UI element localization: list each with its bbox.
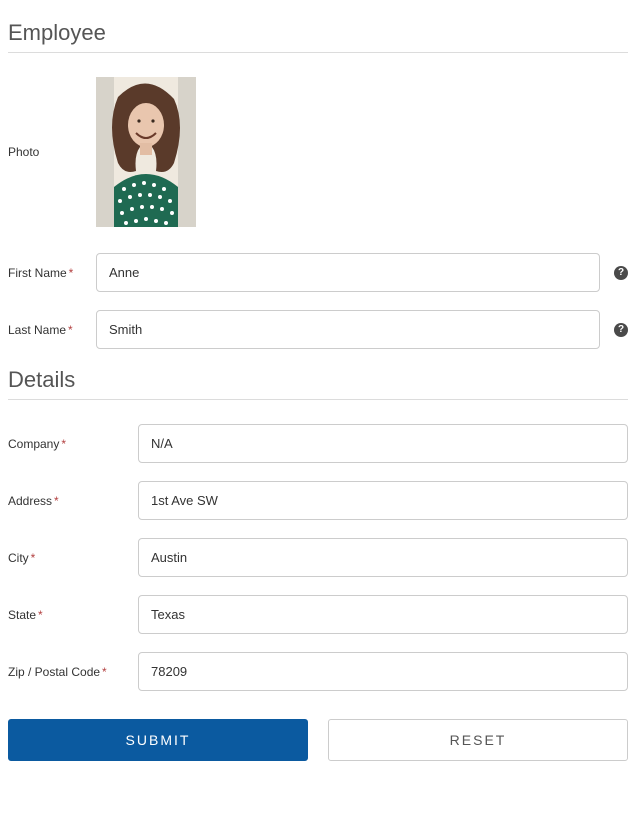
first-name-field[interactable] — [96, 253, 600, 292]
divider — [8, 399, 628, 400]
label-first-name: First Name* — [8, 266, 96, 280]
label-zip: Zip / Postal Code* — [8, 665, 138, 679]
last-name-field[interactable] — [96, 310, 600, 349]
divider — [8, 52, 628, 53]
company-field[interactable] — [138, 424, 628, 463]
state-field[interactable] — [138, 595, 628, 634]
label-last-name: Last Name* — [8, 323, 96, 337]
zip-field[interactable] — [138, 652, 628, 691]
section-title-employee: Employee — [8, 20, 628, 46]
submit-button[interactable]: SUBMIT — [8, 719, 308, 761]
city-field[interactable] — [138, 538, 628, 577]
label-company: Company* — [8, 437, 138, 451]
employee-photo-image — [96, 77, 196, 227]
section-title-details: Details — [8, 367, 628, 393]
label-address: Address* — [8, 494, 138, 508]
label-photo: Photo — [8, 145, 96, 159]
help-icon[interactable]: ? — [614, 266, 628, 280]
employee-photo — [96, 77, 196, 227]
reset-button[interactable]: RESET — [328, 719, 628, 761]
address-field[interactable] — [138, 481, 628, 520]
label-state: State* — [8, 608, 138, 622]
label-city: City* — [8, 551, 138, 565]
help-icon[interactable]: ? — [614, 323, 628, 337]
